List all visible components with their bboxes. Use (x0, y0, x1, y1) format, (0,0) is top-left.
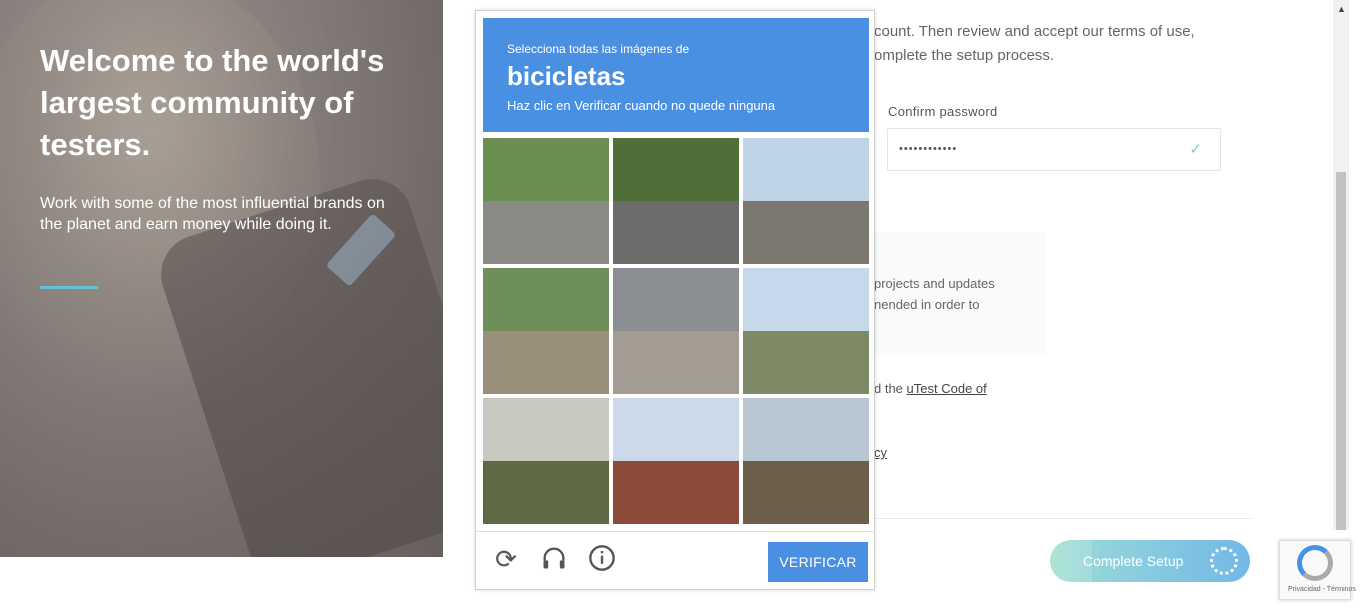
confirm-password-field[interactable]: •••••••••••• ✓ (887, 128, 1221, 171)
info-line2: nended in order to (874, 297, 980, 312)
captcha-header: Selecciona todas las imágenes de bicicle… (483, 18, 869, 132)
check-icon: ✓ (1189, 141, 1202, 158)
captcha-tile[interactable] (743, 398, 869, 524)
info-icon[interactable] (587, 544, 617, 574)
complete-setup-label: Complete Setup (1083, 553, 1184, 569)
loading-spinner-icon (1210, 547, 1238, 575)
confirm-password-label: Confirm password (888, 104, 998, 119)
captcha-target: bicicletas (507, 61, 626, 91)
code-of-conduct-link[interactable]: uTest Code of (907, 381, 987, 396)
captcha-tile[interactable] (743, 268, 869, 394)
hero-title: Welcome to the world's largest community… (40, 43, 385, 162)
hero-panel: Welcome to the world's largest community… (0, 0, 443, 557)
verify-button[interactable]: VERIFICAR (768, 542, 868, 582)
privacy-policy-link[interactable]: cy (874, 445, 887, 460)
form-divider (860, 518, 1252, 519)
info-box: projects and updates nended in order to (860, 232, 1046, 355)
form-intro-line1: count. Then review and accept our terms … (874, 23, 1195, 40)
captcha-hint: Haz clic en Verificar cuando no quede ni… (507, 98, 776, 113)
confirm-password-value: •••••••••••• (899, 143, 958, 155)
recaptcha-badge[interactable]: Privacidad - Términos (1279, 540, 1356, 600)
scroll-up-arrow-icon[interactable]: ▲ (1337, 4, 1346, 14)
captcha-tile[interactable] (743, 138, 869, 264)
captcha-tile[interactable] (483, 398, 609, 524)
headphones-icon[interactable] (539, 544, 569, 574)
scrollbar-thumb[interactable] (1336, 172, 1346, 530)
page-scrollbar[interactable] (1333, 0, 1349, 530)
captcha-tile[interactable] (613, 138, 739, 264)
captcha-tile[interactable] (483, 268, 609, 394)
recaptcha-logo-icon (1297, 545, 1333, 581)
recaptcha-badge-text: Privacidad - Términos (1288, 586, 1356, 593)
captcha-image-grid (483, 138, 869, 524)
info-line1: projects and updates (874, 276, 995, 291)
hero-accent-rule (40, 286, 98, 289)
captcha-footer: ⟳ VERIFICAR (476, 531, 874, 590)
captcha-tile[interactable] (613, 398, 739, 524)
complete-setup-button[interactable]: Complete Setup (1050, 540, 1250, 582)
code-of-conduct-text: d the uTest Code of (874, 381, 987, 396)
reload-icon[interactable]: ⟳ (491, 544, 521, 574)
form-intro-line2: omplete the setup process. (874, 47, 1055, 64)
code-prefix: d the (874, 381, 903, 396)
captcha-tile[interactable] (483, 138, 609, 264)
captcha-dialog: Selecciona todas las imágenes de bicicle… (475, 10, 875, 590)
captcha-tile[interactable] (613, 268, 739, 394)
captcha-instruction: Selecciona todas las imágenes de (507, 42, 690, 56)
hero-subtitle: Work with some of the most influential b… (40, 195, 385, 233)
